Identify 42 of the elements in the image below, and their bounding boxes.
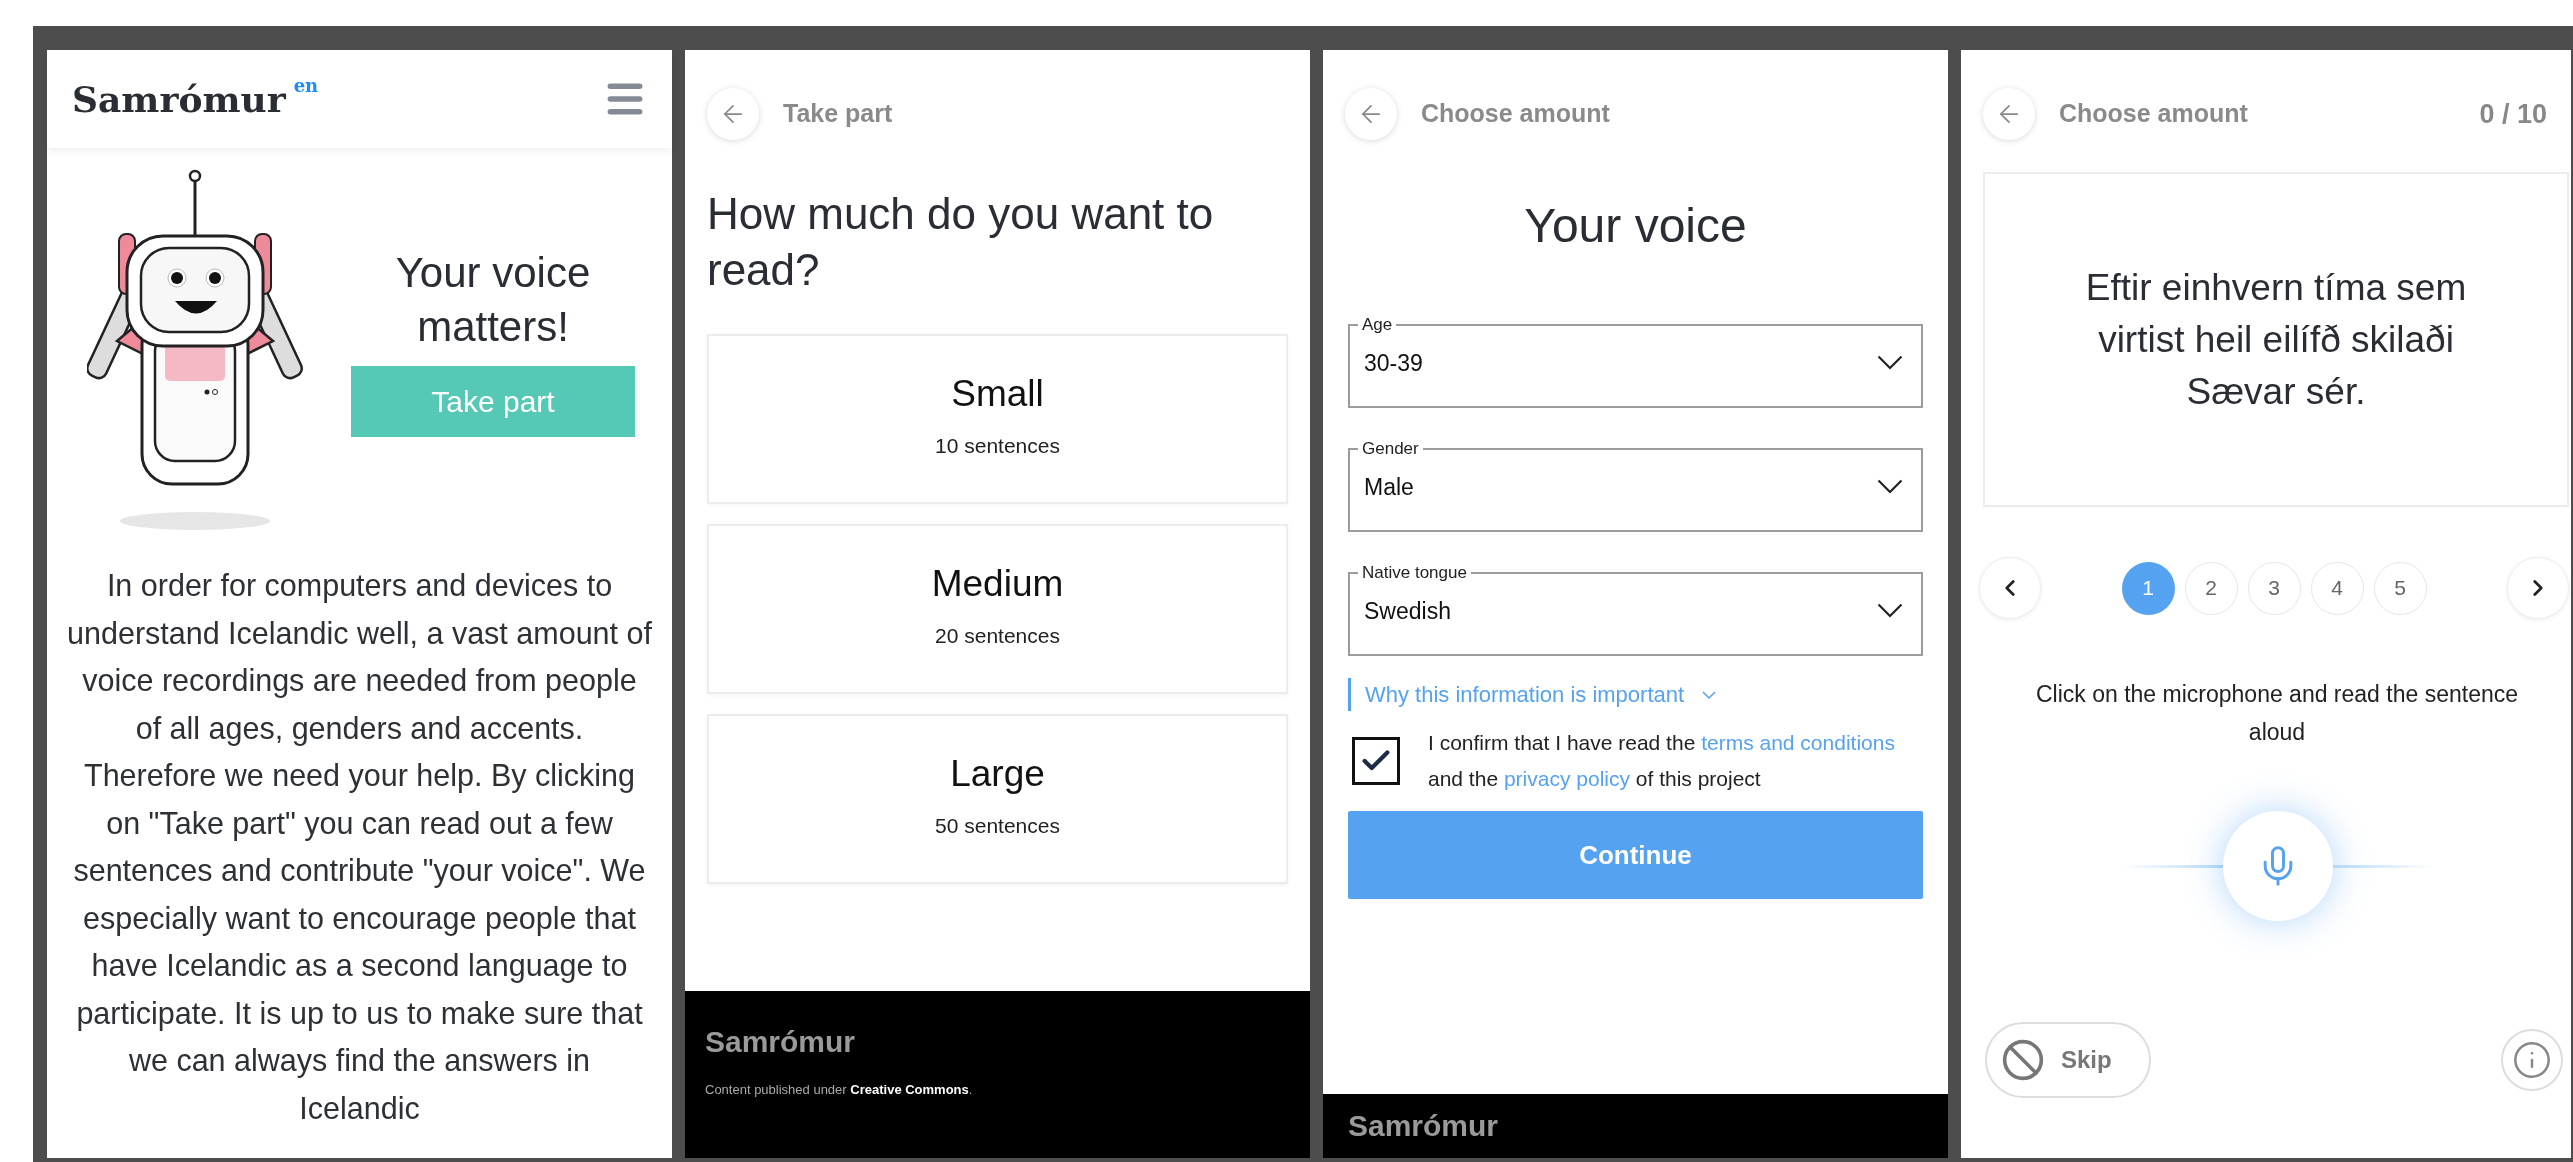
sentence-text: Eftir einhvern tíma sem virtist heil eilífð skilaði Sævar sér. bbox=[2084, 265, 2468, 414]
chevron-down-icon bbox=[1702, 690, 1717, 699]
back-button[interactable] bbox=[1345, 88, 1397, 140]
page-heading: How much do you want to read? bbox=[706, 188, 1215, 296]
footer-note: Content published under Creative Commons. bbox=[705, 1081, 974, 1099]
page-heading: Your voice bbox=[1523, 198, 1748, 254]
select-value: Male bbox=[1364, 472, 1415, 502]
chevron-down-icon bbox=[1877, 603, 1903, 619]
amount-option[interactable]: Small 10 sentences bbox=[707, 334, 1288, 504]
amount-option[interactable]: Large 50 sentences bbox=[707, 714, 1288, 884]
back-label: Take part bbox=[783, 98, 893, 130]
select-value: Swedish bbox=[1364, 596, 1452, 626]
creative-commons-link[interactable]: Creative Commons bbox=[850, 1082, 969, 1097]
progress-counter: 0 / 10 bbox=[2479, 97, 2547, 131]
hero-heading: Your voice matters! bbox=[394, 247, 592, 352]
back-label: Choose amount bbox=[1421, 98, 1610, 130]
back-button[interactable] bbox=[1983, 88, 2035, 140]
field-label: Native tongue bbox=[1361, 562, 1468, 584]
back-button[interactable] bbox=[707, 88, 759, 140]
consent-text: I confirm that I have read the terms and conditions and the privacy policy of this project bbox=[1428, 730, 1896, 792]
ban-icon bbox=[2001, 1038, 2045, 1082]
footer-brand: Samrómur bbox=[705, 1024, 857, 1060]
back-label: Choose amount bbox=[2059, 98, 2248, 130]
chevron-down-icon bbox=[1877, 479, 1903, 495]
select-value: 30-39 bbox=[1364, 348, 1424, 378]
skip-button[interactable]: Skip bbox=[1985, 1022, 2151, 1098]
page-number[interactable]: 4 bbox=[2310, 561, 2364, 615]
info-icon bbox=[2512, 1040, 2552, 1080]
amount-option[interactable]: Medium 20 sentences bbox=[707, 524, 1288, 694]
footer-brand: Samrómur bbox=[1348, 1109, 1499, 1142]
consent-checkbox[interactable] bbox=[1352, 737, 1400, 785]
page-number[interactable]: 5 bbox=[2373, 561, 2427, 615]
instruction-text: Click on the microphone and read the sentence aloud bbox=[2035, 680, 2519, 747]
intro-paragraph: In order for computers and devices to understand Icelandic well, a vast amount of voice recordings are needed from people of all ages, genders and accents. Therefore we need your help. By clicking on "Take part" you can read out a few sentences and contribute "your voice". We especially want to encourage people that have Icelandic as a second language to participate. It is up to us to make sure that we can always find the answers in Icelandic bbox=[66, 567, 653, 1127]
field-label: Age bbox=[1361, 314, 1394, 336]
page-number[interactable]: 2 bbox=[2184, 561, 2238, 615]
field-label: Gender bbox=[1361, 438, 1420, 460]
chevron-down-icon bbox=[1877, 355, 1903, 371]
info-button[interactable] bbox=[2501, 1029, 2563, 1091]
logo[interactable]: Samrómur bbox=[72, 72, 286, 126]
language-badge[interactable]: en bbox=[293, 72, 319, 99]
page-number[interactable]: 3 bbox=[2247, 561, 2301, 615]
